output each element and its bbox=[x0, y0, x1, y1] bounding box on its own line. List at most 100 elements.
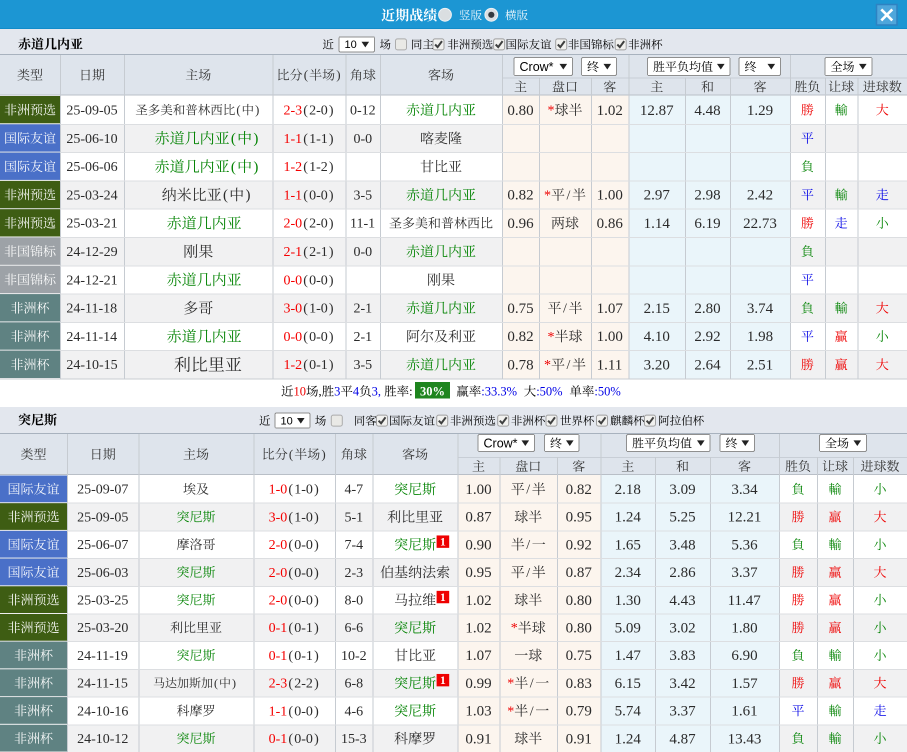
svg-text:3.34: 3.34 bbox=[731, 482, 758, 498]
svg-text:2.97: 2.97 bbox=[644, 188, 671, 204]
svg-text::33.3%: :33.3% bbox=[481, 384, 517, 398]
svg-text:0.95: 0.95 bbox=[566, 510, 592, 526]
svg-text:0-0: 0-0 bbox=[294, 538, 313, 553]
svg-text:1.07: 1.07 bbox=[597, 301, 624, 317]
svg-text:3,: 3, bbox=[372, 384, 385, 398]
svg-text:8-0: 8-0 bbox=[345, 593, 364, 608]
svg-text:0.79: 0.79 bbox=[566, 704, 592, 720]
svg-text:4-7: 4-7 bbox=[345, 483, 364, 498]
svg-text:2.98: 2.98 bbox=[694, 188, 720, 204]
svg-text:): ) bbox=[329, 103, 334, 118]
svg-text:5.74: 5.74 bbox=[615, 704, 642, 720]
svg-text:2.18: 2.18 bbox=[615, 482, 641, 498]
svg-text:): ) bbox=[321, 446, 325, 461]
svg-text:1-1: 1-1 bbox=[309, 132, 328, 147]
svg-text:): ) bbox=[314, 621, 319, 636]
svg-text:1.00: 1.00 bbox=[597, 329, 623, 345]
svg-text:24-11-18: 24-11-18 bbox=[66, 302, 117, 317]
svg-text:): ) bbox=[329, 188, 334, 203]
svg-text:(: ( bbox=[288, 732, 293, 747]
svg-text:): ) bbox=[314, 510, 319, 525]
svg-text:): ) bbox=[314, 538, 319, 553]
svg-text:2-0: 2-0 bbox=[309, 217, 328, 232]
svg-text:(: ( bbox=[303, 273, 308, 288]
svg-text:24-10-16: 24-10-16 bbox=[77, 704, 128, 719]
svg-text:): ) bbox=[253, 131, 258, 147]
svg-text:(: ( bbox=[288, 704, 293, 719]
svg-text::: : bbox=[409, 384, 412, 398]
svg-text:1.00: 1.00 bbox=[597, 188, 623, 204]
svg-text:11-1: 11-1 bbox=[350, 217, 375, 232]
svg-text:24-10-12: 24-10-12 bbox=[77, 732, 128, 747]
svg-text:0.90: 0.90 bbox=[465, 537, 491, 553]
svg-text:0.82: 0.82 bbox=[507, 329, 533, 345]
svg-text:4-6: 4-6 bbox=[345, 704, 364, 719]
svg-text:25-06-10: 25-06-10 bbox=[66, 132, 117, 147]
svg-text:24-12-21: 24-12-21 bbox=[66, 273, 117, 288]
svg-text:(: ( bbox=[303, 188, 308, 203]
svg-text:(: ( bbox=[303, 358, 308, 373]
svg-text:10-2: 10-2 bbox=[341, 649, 367, 664]
svg-text:6.15: 6.15 bbox=[615, 676, 641, 692]
svg-text:(: ( bbox=[288, 677, 293, 692]
svg-text:0-1: 0-1 bbox=[309, 358, 328, 373]
svg-text:25-06-03: 25-06-03 bbox=[77, 566, 128, 581]
svg-text:25-09-05: 25-09-05 bbox=[66, 103, 117, 118]
svg-text:0-0: 0-0 bbox=[294, 704, 313, 719]
svg-text:0-1: 0-1 bbox=[269, 649, 288, 664]
svg-text:10: 10 bbox=[281, 415, 293, 427]
svg-text:(: ( bbox=[236, 103, 240, 117]
svg-text:4.48: 4.48 bbox=[694, 103, 720, 119]
svg-text:2.64: 2.64 bbox=[694, 358, 721, 374]
svg-text:0.95: 0.95 bbox=[465, 565, 491, 581]
svg-text:3.09: 3.09 bbox=[669, 482, 695, 498]
svg-text:2-2: 2-2 bbox=[294, 677, 313, 692]
svg-text:): ) bbox=[329, 330, 334, 345]
svg-text:1-0: 1-0 bbox=[309, 302, 328, 317]
svg-text:(: ( bbox=[288, 510, 293, 525]
svg-text:25-09-07: 25-09-07 bbox=[77, 483, 128, 498]
svg-text:(: ( bbox=[303, 330, 308, 345]
svg-text:1-0: 1-0 bbox=[294, 483, 313, 498]
svg-text:1-1: 1-1 bbox=[283, 188, 302, 203]
svg-text:25-03-24: 25-03-24 bbox=[66, 188, 117, 203]
svg-text:1: 1 bbox=[440, 537, 446, 549]
svg-text:): ) bbox=[329, 273, 334, 288]
svg-text:1.61: 1.61 bbox=[731, 704, 757, 720]
svg-text:3.37: 3.37 bbox=[731, 565, 758, 581]
svg-text:24-12-29: 24-12-29 bbox=[66, 245, 117, 260]
svg-text:24-11-19: 24-11-19 bbox=[77, 649, 128, 664]
svg-text:1.07: 1.07 bbox=[465, 648, 492, 664]
svg-text:0.96: 0.96 bbox=[507, 216, 534, 232]
svg-text:0.87: 0.87 bbox=[465, 510, 492, 526]
svg-text:(: ( bbox=[288, 593, 293, 608]
svg-text:0.91: 0.91 bbox=[465, 731, 491, 747]
svg-text:): ) bbox=[314, 732, 319, 747]
svg-text:0-0: 0-0 bbox=[294, 732, 313, 747]
svg-text:0-0: 0-0 bbox=[354, 245, 373, 260]
svg-text:): ) bbox=[336, 67, 340, 82]
svg-text:0-0: 0-0 bbox=[294, 593, 313, 608]
svg-text:3.83: 3.83 bbox=[669, 648, 695, 664]
svg-text:0-1: 0-1 bbox=[269, 621, 288, 636]
svg-text:25-03-25: 25-03-25 bbox=[77, 593, 128, 608]
svg-text:2.15: 2.15 bbox=[644, 301, 670, 317]
svg-text:5.25: 5.25 bbox=[669, 510, 695, 526]
svg-text:): ) bbox=[329, 358, 334, 373]
svg-text:0-0: 0-0 bbox=[283, 330, 302, 345]
svg-text:2.92: 2.92 bbox=[694, 329, 720, 345]
svg-text:0.82: 0.82 bbox=[566, 482, 592, 498]
svg-text:3-5: 3-5 bbox=[354, 188, 373, 203]
svg-text:(: ( bbox=[231, 159, 236, 175]
svg-text:(: ( bbox=[288, 538, 293, 553]
svg-text:(: ( bbox=[223, 188, 228, 204]
svg-text:(: ( bbox=[303, 302, 308, 317]
svg-text:0.75: 0.75 bbox=[566, 648, 592, 664]
svg-text:3-0: 3-0 bbox=[283, 302, 302, 317]
svg-text:3-0: 3-0 bbox=[269, 510, 288, 525]
svg-text:6-8: 6-8 bbox=[345, 677, 364, 692]
svg-text:/: / bbox=[563, 302, 567, 317]
svg-text:3.48: 3.48 bbox=[669, 537, 695, 553]
svg-text:3.02: 3.02 bbox=[669, 621, 695, 637]
svg-text:0.91: 0.91 bbox=[566, 731, 592, 747]
